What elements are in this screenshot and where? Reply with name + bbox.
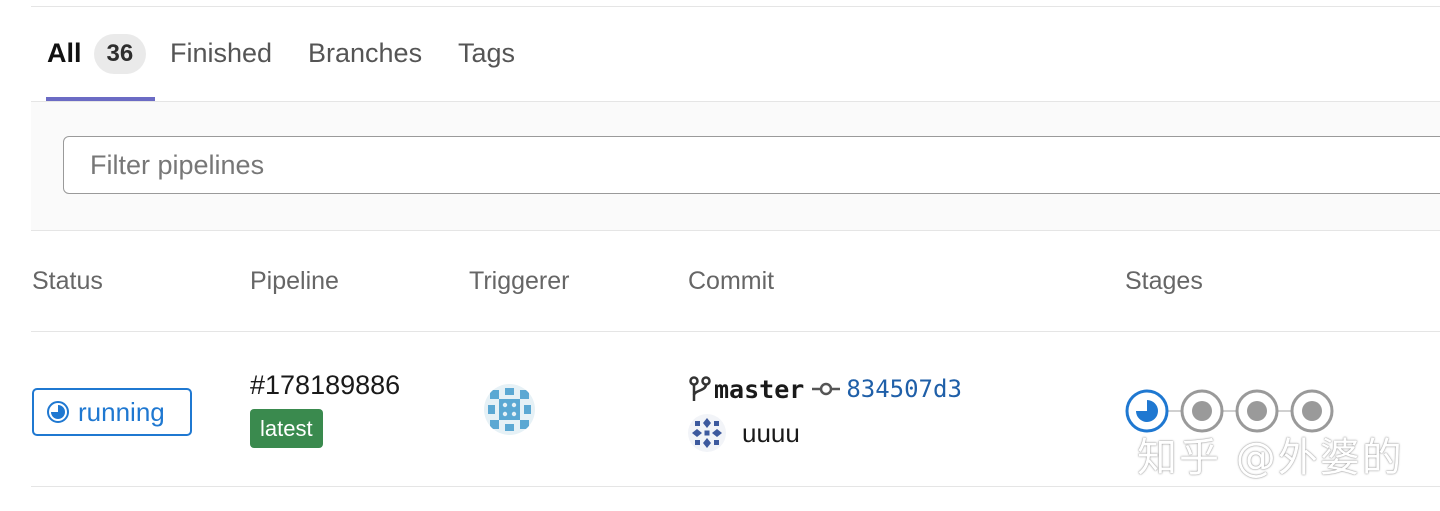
branch-link[interactable]: master — [714, 375, 804, 404]
status-label: running — [78, 396, 165, 427]
branch-icon — [689, 376, 711, 401]
header-stages: Stages — [1125, 266, 1203, 295]
commit-author-line: uuuu — [688, 413, 800, 453]
commit-ref: master 834507d3 — [688, 372, 962, 406]
commit-title-link[interactable]: uuuu — [742, 418, 800, 449]
tab-all-label: All — [47, 38, 82, 68]
filter-bar — [31, 102, 1440, 231]
header-status: Status — [32, 266, 103, 295]
table-header: Status Pipeline Triggerer Commit Stages — [31, 231, 1440, 332]
header-pipeline: Pipeline — [250, 266, 339, 295]
author-identicon-icon — [688, 414, 726, 452]
pipeline-tabs: All 36 Finished Branches Tags — [31, 7, 1440, 102]
author-avatar[interactable] — [688, 414, 726, 452]
header-triggerer: Triggerer — [469, 266, 570, 295]
triggerer-avatar[interactable] — [484, 384, 535, 435]
identicon-icon — [484, 384, 535, 435]
tab-branches[interactable]: Branches — [308, 7, 422, 100]
tab-finished[interactable]: Finished — [170, 7, 272, 100]
commit-sha-link[interactable]: 834507d3 — [846, 375, 962, 403]
tab-tags[interactable]: Tags — [458, 7, 515, 100]
filter-pipelines-input[interactable] — [63, 136, 1440, 194]
status-running-icon — [47, 401, 69, 423]
watermark-text: 知乎 @外婆的 — [1137, 435, 1404, 481]
tab-all-count-badge: 36 — [93, 33, 147, 74]
status-badge-running[interactable]: running — [32, 388, 192, 436]
latest-badge: latest — [250, 409, 323, 448]
pipeline-id-link[interactable]: #178189886 — [250, 370, 400, 401]
header-commit: Commit — [688, 266, 775, 295]
tab-all[interactable]: All 36 — [46, 7, 155, 101]
commit-icon — [812, 382, 841, 396]
